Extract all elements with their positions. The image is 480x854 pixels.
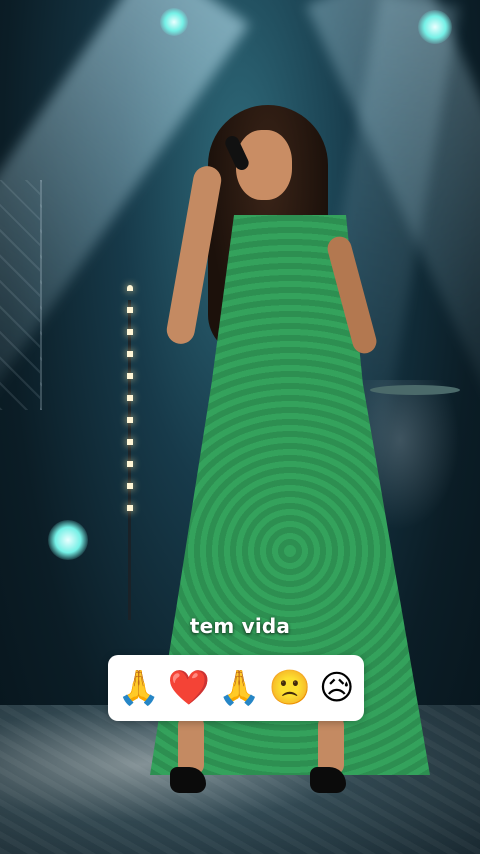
folded-hands-emoji-icon: 🙏 [117, 668, 160, 708]
video-caption: tem vida [189, 614, 291, 638]
stage-spotlight [418, 10, 452, 44]
leg-right [318, 715, 344, 775]
shoe-right [310, 767, 346, 793]
emoji-sticker: 🙏 ❤️ 🙏 🙁 😥 [108, 655, 364, 721]
stage-spotlight [160, 8, 188, 36]
stage-spotlight [48, 520, 88, 560]
singer-legs [162, 715, 362, 805]
red-heart-emoji-icon: ❤️ [167, 668, 211, 708]
leg-left [178, 715, 204, 775]
sad-relieved-face-emoji-icon: 😥 [318, 668, 355, 708]
folded-hands-emoji-icon: 🙏 [218, 668, 261, 708]
video-frame[interactable]: tem vida 🙏 ❤️ 🙏 🙁 😥 [0, 0, 480, 854]
shoe-left [170, 767, 206, 793]
confused-face-emoji-icon: 🙁 [268, 668, 311, 708]
string-lights [127, 285, 133, 525]
stage-truss [0, 180, 42, 410]
